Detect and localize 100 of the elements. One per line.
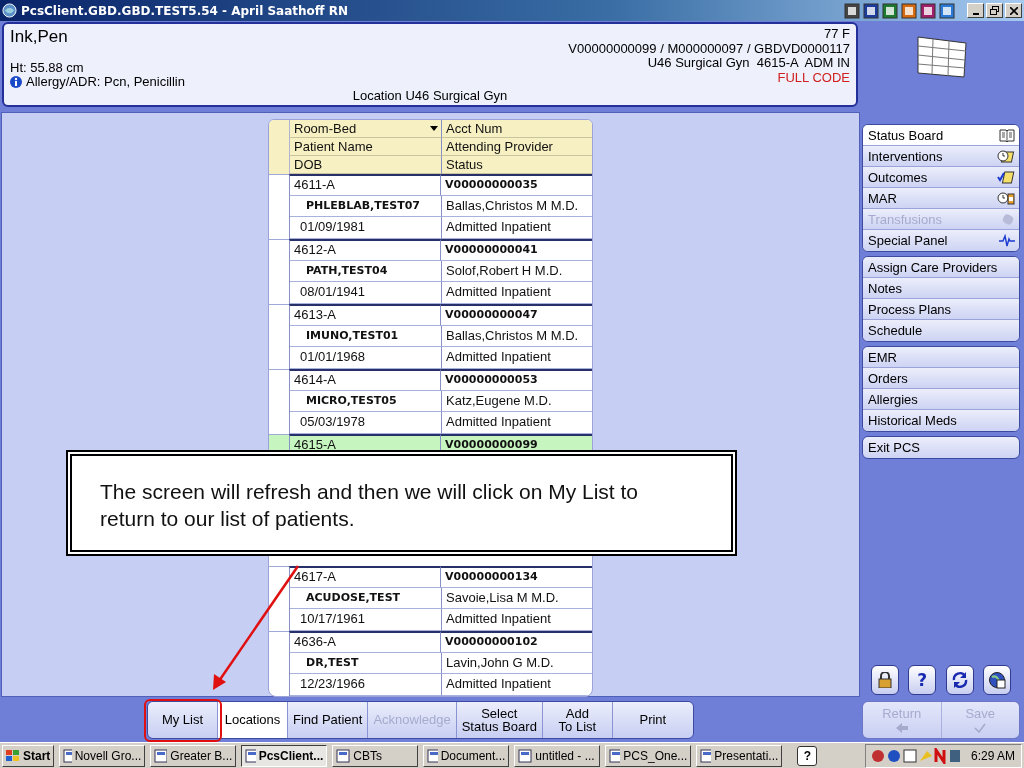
callout-text: The screen will refresh and then we will click on My List to return to our list of patients.: [100, 479, 640, 532]
checkmark-icon: [974, 723, 987, 733]
table-cell: V00000000099: [445, 438, 538, 451]
close-button[interactable]: [1005, 3, 1022, 18]
spreadsheet-icon: [916, 35, 968, 79]
left-arrow-icon: [895, 723, 908, 733]
table-cell: Ballas,Christos M M.D.: [446, 198, 579, 213]
taskbar-button[interactable]: Document...: [423, 744, 510, 767]
minimize-button[interactable]: [967, 3, 984, 18]
patient-height: Ht: 55.88 cm: [10, 60, 85, 75]
sidebar-item[interactable]: Special Panel: [863, 230, 1019, 251]
table-cell: Admitted Inpatient: [446, 219, 551, 234]
table-cell: PHLEBLAB,TEST07: [306, 199, 420, 212]
table-cell: 4612-A: [294, 242, 336, 257]
globe-button[interactable]: [983, 665, 1012, 695]
help-button[interactable]: ?: [908, 665, 937, 695]
table-row[interactable]: 4617-A V00000000134: [269, 566, 592, 588]
taskbar-button[interactable]: PCS_One...: [605, 744, 692, 767]
toolbar-button[interactable]: Select Status Board: [456, 701, 543, 738]
refresh-button[interactable]: [945, 665, 974, 695]
table-row[interactable]: 4613-A V00000000047: [269, 304, 592, 326]
table-cell: IMUNO,TEST01: [306, 329, 399, 342]
table-row[interactable]: 4612-A V00000000041: [269, 239, 592, 261]
patient-ids: V00000000099 / M000000097 / GBDVD0000117: [568, 41, 850, 56]
table-row[interactable]: 4611-A V00000000035: [269, 174, 592, 196]
sidebar-item[interactable]: Orders: [863, 368, 1019, 389]
pulse-icon: [999, 234, 1015, 247]
sidebar-item[interactable]: EMR: [863, 347, 1019, 368]
sidebar-item[interactable]: Interventions: [863, 146, 1019, 167]
table-cell: Admitted Inpatient: [446, 414, 551, 429]
column-header[interactable]: Attending Provider: [446, 138, 553, 155]
table-cell: 4614-A: [294, 372, 336, 387]
table-cell: 4636-A: [294, 634, 336, 649]
tray-icons-drawing[interactable]: [869, 747, 962, 764]
sidebar-item[interactable]: Historical Meds: [863, 410, 1019, 431]
table-cell: ACUDOSE,TEST: [306, 591, 401, 604]
restore-icon: [990, 6, 999, 15]
sidebar-item[interactable]: Outcomes: [863, 167, 1019, 188]
program-icon: [154, 748, 168, 763]
table-cell: V00000000041: [445, 243, 538, 256]
clock-notepad-icon: [997, 149, 1015, 163]
table-cell: V00000000047: [445, 308, 538, 321]
lock-icon: [877, 672, 892, 688]
table-row[interactable]: 4636-A V00000000102: [269, 631, 592, 653]
column-header[interactable]: Patient Name: [294, 138, 373, 155]
app-icon: [2, 3, 17, 18]
taskbar-button[interactable]: Novell Gro...: [59, 744, 146, 767]
column-header[interactable]: Room-Bed: [294, 120, 357, 137]
patient-location: Location U46 Surgical Gyn: [352, 89, 508, 103]
start-button[interactable]: Start: [2, 744, 55, 767]
help-icon[interactable]: ?: [797, 745, 818, 766]
restore-button[interactable]: [986, 3, 1003, 18]
info-icon: [10, 76, 22, 88]
sort-caret-icon[interactable]: [430, 126, 438, 131]
windows-logo-icon: [6, 749, 20, 762]
sidebar-item[interactable]: Exit PCS: [863, 437, 1019, 458]
taskbar-button[interactable]: Greater B...: [150, 744, 237, 767]
toolbar-button[interactable]: Add To List: [542, 701, 613, 738]
globe-icon: [988, 671, 1007, 689]
unit-bed: U46 Surgical Gyn 4615-A ADM IN: [647, 56, 850, 71]
column-header[interactable]: Acct Num: [446, 120, 503, 137]
table-cell: Katz,Eugene M.D.: [446, 393, 552, 408]
table-cell: V00000000134: [445, 570, 538, 583]
table-cell: 12/23/1966: [300, 676, 366, 691]
sidebar-item[interactable]: MAR: [863, 188, 1019, 209]
book-icon: [999, 128, 1015, 142]
column-header[interactable]: DOB: [294, 156, 323, 173]
sidebar-item[interactable]: Schedule: [863, 320, 1019, 341]
checklist-icon: [997, 170, 1015, 184]
clock-bottle-icon: [997, 191, 1015, 205]
table-cell: DR,TEST: [306, 656, 359, 669]
table-cell: 4613-A: [294, 307, 336, 322]
sidebar-item[interactable]: Status Board: [863, 125, 1019, 146]
patient-name: Ink,Pen: [10, 27, 69, 47]
sidebar-item[interactable]: Notes: [863, 278, 1019, 299]
table-cell: Admitted Inpatient: [446, 676, 551, 691]
table-cell: Lavin,John G M.D.: [446, 655, 554, 670]
column-header[interactable]: Status: [446, 156, 483, 173]
sidebar-item[interactable]: Assign Care Providers: [863, 257, 1019, 278]
program-icon: [609, 748, 621, 763]
toolbar-button[interactable]: My List: [148, 701, 218, 738]
quick-launch-icon[interactable]: [844, 2, 860, 19]
toolbar-button[interactable]: Print: [612, 701, 693, 738]
table-row[interactable]: 4614-A V00000000053: [269, 369, 592, 391]
sidebar-item[interactable]: Allergies: [863, 389, 1019, 410]
table-cell: 4611-A: [294, 177, 335, 192]
program-icon: [518, 748, 533, 763]
toolbar-button[interactable]: Find Patient: [288, 701, 369, 738]
table-cell: Savoie,Lisa M M.D.: [446, 590, 559, 605]
taskbar-button[interactable]: untitled - ...: [514, 744, 601, 767]
program-icon: [427, 748, 438, 763]
table-cell: 08/01/1941: [300, 284, 366, 299]
taskbar-button[interactable]: Presentati...: [696, 744, 783, 767]
taskbar-button[interactable]: PcsClient...: [241, 744, 328, 767]
toolbar-button[interactable]: Locations: [218, 701, 288, 738]
lock-button[interactable]: [870, 665, 899, 695]
program-icon: [63, 748, 72, 763]
sidebar-item[interactable]: Process Plans: [863, 299, 1019, 320]
taskbar-button[interactable]: CBTs: [332, 744, 419, 767]
age-sex: 77 F: [824, 27, 850, 42]
